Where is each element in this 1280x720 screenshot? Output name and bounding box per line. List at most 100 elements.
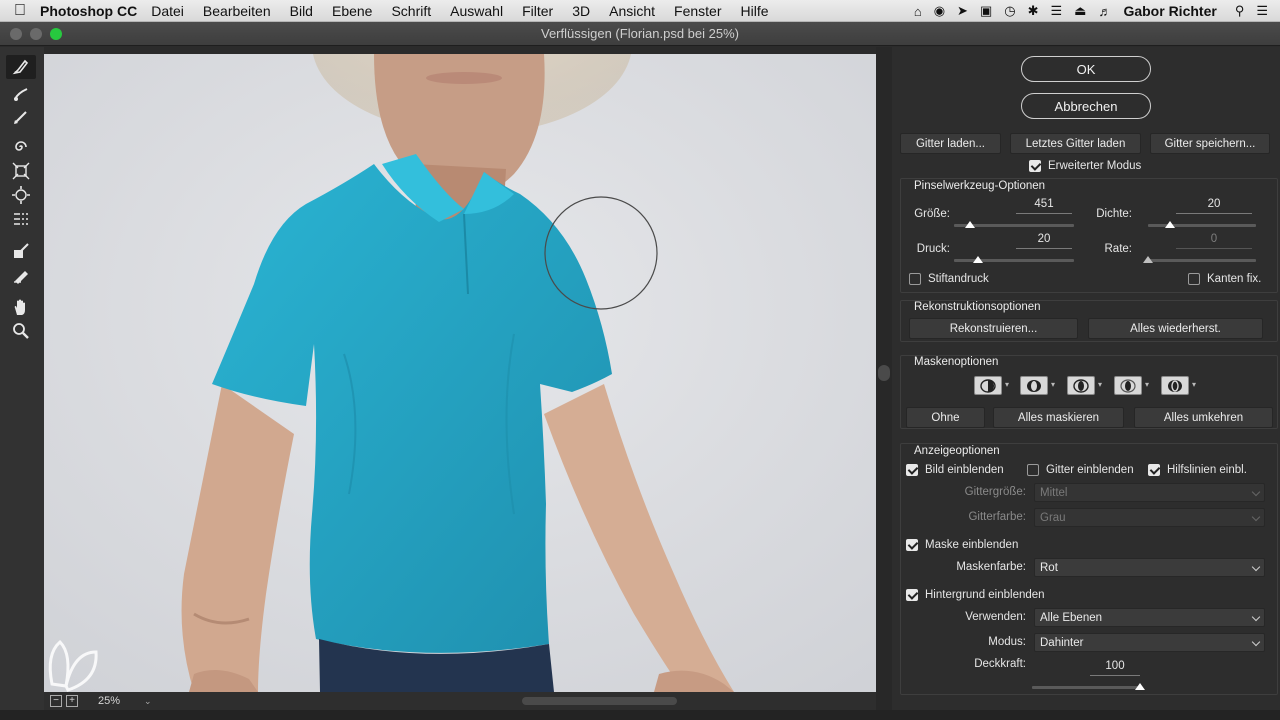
thaw-mask-tool-icon[interactable] (6, 263, 36, 287)
opacity-slider[interactable] (1032, 686, 1140, 689)
push-left-tool-icon[interactable] (6, 207, 36, 231)
cancel-button[interactable]: Abbrechen (1021, 93, 1151, 119)
show-image-label: Bild einblenden (925, 464, 1004, 476)
reconstruct-tool-icon[interactable] (6, 82, 36, 106)
apple-menu-icon[interactable]:  (0, 2, 40, 20)
menu-filter[interactable]: Filter (522, 3, 553, 19)
home-icon[interactable]: ⌂ (914, 4, 922, 19)
zoom-out-icon[interactable]: − (50, 695, 62, 707)
clock-icon[interactable]: ◷ (1004, 3, 1015, 19)
vertical-scrollbar[interactable] (876, 47, 892, 720)
size-value[interactable]: 451 (1016, 198, 1072, 214)
pressure-slider[interactable] (954, 259, 1074, 262)
restore-all-button[interactable]: Alles wiederherst. (1088, 318, 1263, 339)
advanced-mode-checkbox[interactable] (1029, 160, 1041, 172)
show-backdrop-checkbox[interactable] (906, 589, 918, 601)
pressure-label: Druck: (916, 243, 950, 255)
pucker-tool-icon[interactable] (6, 159, 36, 183)
load-last-mesh-button[interactable]: Letztes Gitter laden (1010, 133, 1141, 154)
mesh-size-value: Mittel (1040, 486, 1068, 499)
app-menu[interactable]: Photoshop CC (40, 3, 137, 19)
user-name[interactable]: Gabor Richter (1123, 3, 1216, 19)
mask-none-button[interactable]: Ohne (906, 407, 985, 428)
menu-datei[interactable]: Datei (151, 3, 184, 19)
menu-schrift[interactable]: Schrift (391, 3, 431, 19)
menu-bearbeiten[interactable]: Bearbeiten (203, 3, 271, 19)
horizontal-scroll-thumb[interactable] (522, 697, 677, 705)
show-guides-checkbox[interactable] (1148, 464, 1160, 476)
show-mask-checkbox[interactable] (906, 539, 918, 551)
mask-invert-dropdown-icon[interactable]: ▾ (1192, 380, 1196, 389)
menu-ansicht[interactable]: Ansicht (609, 3, 655, 19)
mesh-size-label: Gittergröße: (964, 486, 1026, 498)
mask-replace-dropdown-icon[interactable]: ▾ (1005, 380, 1009, 389)
screen-icon[interactable]: ▣ (980, 3, 992, 19)
twirl-tool-icon[interactable] (6, 135, 36, 159)
vertical-scroll-thumb[interactable] (878, 365, 890, 381)
liquify-preview-canvas[interactable] (44, 54, 876, 692)
eject-icon[interactable]: ⏏ (1074, 3, 1086, 19)
zoom-tool-icon[interactable] (6, 319, 36, 343)
freeze-mask-tool-icon[interactable] (6, 239, 36, 263)
mask-color-select[interactable]: Rot (1034, 558, 1265, 577)
mesh-color-select[interactable]: Grau (1034, 508, 1265, 527)
rate-slider[interactable] (1148, 259, 1256, 262)
rate-value[interactable]: 0 (1176, 233, 1252, 249)
menu-bild[interactable]: Bild (290, 3, 313, 19)
mask-invert-icon[interactable] (1161, 376, 1189, 395)
show-mask-label: Maske einblenden (925, 539, 1019, 551)
menu-hilfe[interactable]: Hilfe (741, 3, 769, 19)
show-image-checkbox[interactable] (906, 464, 918, 476)
zoom-in-icon[interactable]: + (66, 695, 78, 707)
opacity-slider-thumb[interactable] (1135, 683, 1145, 690)
forward-warp-tool-icon[interactable] (6, 55, 36, 79)
mask-color-label: Maskenfarbe: (956, 561, 1026, 573)
pin-edges-checkbox[interactable] (1188, 273, 1200, 285)
use-select[interactable]: Alle Ebenen (1034, 608, 1265, 627)
save-mesh-button[interactable]: Gitter speichern... (1150, 133, 1270, 154)
wifi-icon[interactable]: ☰ (1051, 3, 1063, 19)
mask-add-icon[interactable] (1020, 376, 1048, 395)
mask-all-button[interactable]: Alles maskieren (993, 407, 1124, 428)
invert-all-button[interactable]: Alles umkehren (1134, 407, 1273, 428)
spotlight-search-icon[interactable]: ⚲ (1235, 3, 1245, 19)
size-slider-thumb[interactable] (964, 221, 975, 228)
size-label: Größe: (914, 208, 950, 220)
bluetooth-icon[interactable]: ✱ (1028, 3, 1039, 19)
mesh-size-select[interactable]: Mittel (1034, 483, 1265, 502)
menu-fenster[interactable]: Fenster (674, 3, 721, 19)
mask-subtract-dropdown-icon[interactable]: ▾ (1098, 380, 1102, 389)
mode-select[interactable]: Dahinter (1034, 633, 1265, 652)
show-mesh-checkbox[interactable] (1027, 464, 1039, 476)
menu-auswahl[interactable]: Auswahl (450, 3, 503, 19)
arrow-icon[interactable]: ➤ (957, 3, 968, 19)
reconstruct-button[interactable]: Rekonstruieren... (909, 318, 1078, 339)
rate-slider-thumb[interactable] (1143, 256, 1153, 263)
mask-intersect-dropdown-icon[interactable]: ▾ (1145, 380, 1149, 389)
bottom-strip (0, 710, 1280, 720)
menu-3d[interactable]: 3D (572, 3, 590, 19)
zoom-dropdown-chevron-icon[interactable]: ⌄ (144, 696, 152, 707)
notification-list-icon[interactable]: ☰ (1256, 3, 1268, 19)
ok-button[interactable]: OK (1021, 56, 1151, 82)
density-slider-thumb[interactable] (1164, 221, 1175, 228)
mask-replace-icon[interactable] (974, 376, 1002, 395)
density-value[interactable]: 20 (1176, 198, 1252, 214)
mask-add-dropdown-icon[interactable]: ▾ (1051, 380, 1055, 389)
hand-tool-icon[interactable] (6, 295, 36, 319)
brush-options-title: Pinselwerkzeug-Optionen (914, 180, 1046, 192)
stylus-pressure-checkbox[interactable] (909, 273, 921, 285)
zoom-level[interactable]: 25% (98, 695, 144, 707)
opacity-value[interactable]: 100 (1090, 660, 1140, 676)
mask-intersect-icon[interactable] (1114, 376, 1142, 395)
load-mesh-button[interactable]: Gitter laden... (900, 133, 1001, 154)
mask-options-title: Maskenoptionen (914, 356, 999, 368)
camera-icon[interactable]: ◉ (934, 3, 945, 19)
pressure-value[interactable]: 20 (1016, 233, 1072, 249)
mask-subtract-icon[interactable] (1067, 376, 1095, 395)
bloat-tool-icon[interactable] (6, 183, 36, 207)
smooth-tool-icon[interactable] (6, 105, 36, 129)
pressure-slider-thumb[interactable] (973, 256, 983, 263)
menu-ebene[interactable]: Ebene (332, 3, 372, 19)
volume-icon[interactable]: ♬ (1098, 4, 1111, 19)
